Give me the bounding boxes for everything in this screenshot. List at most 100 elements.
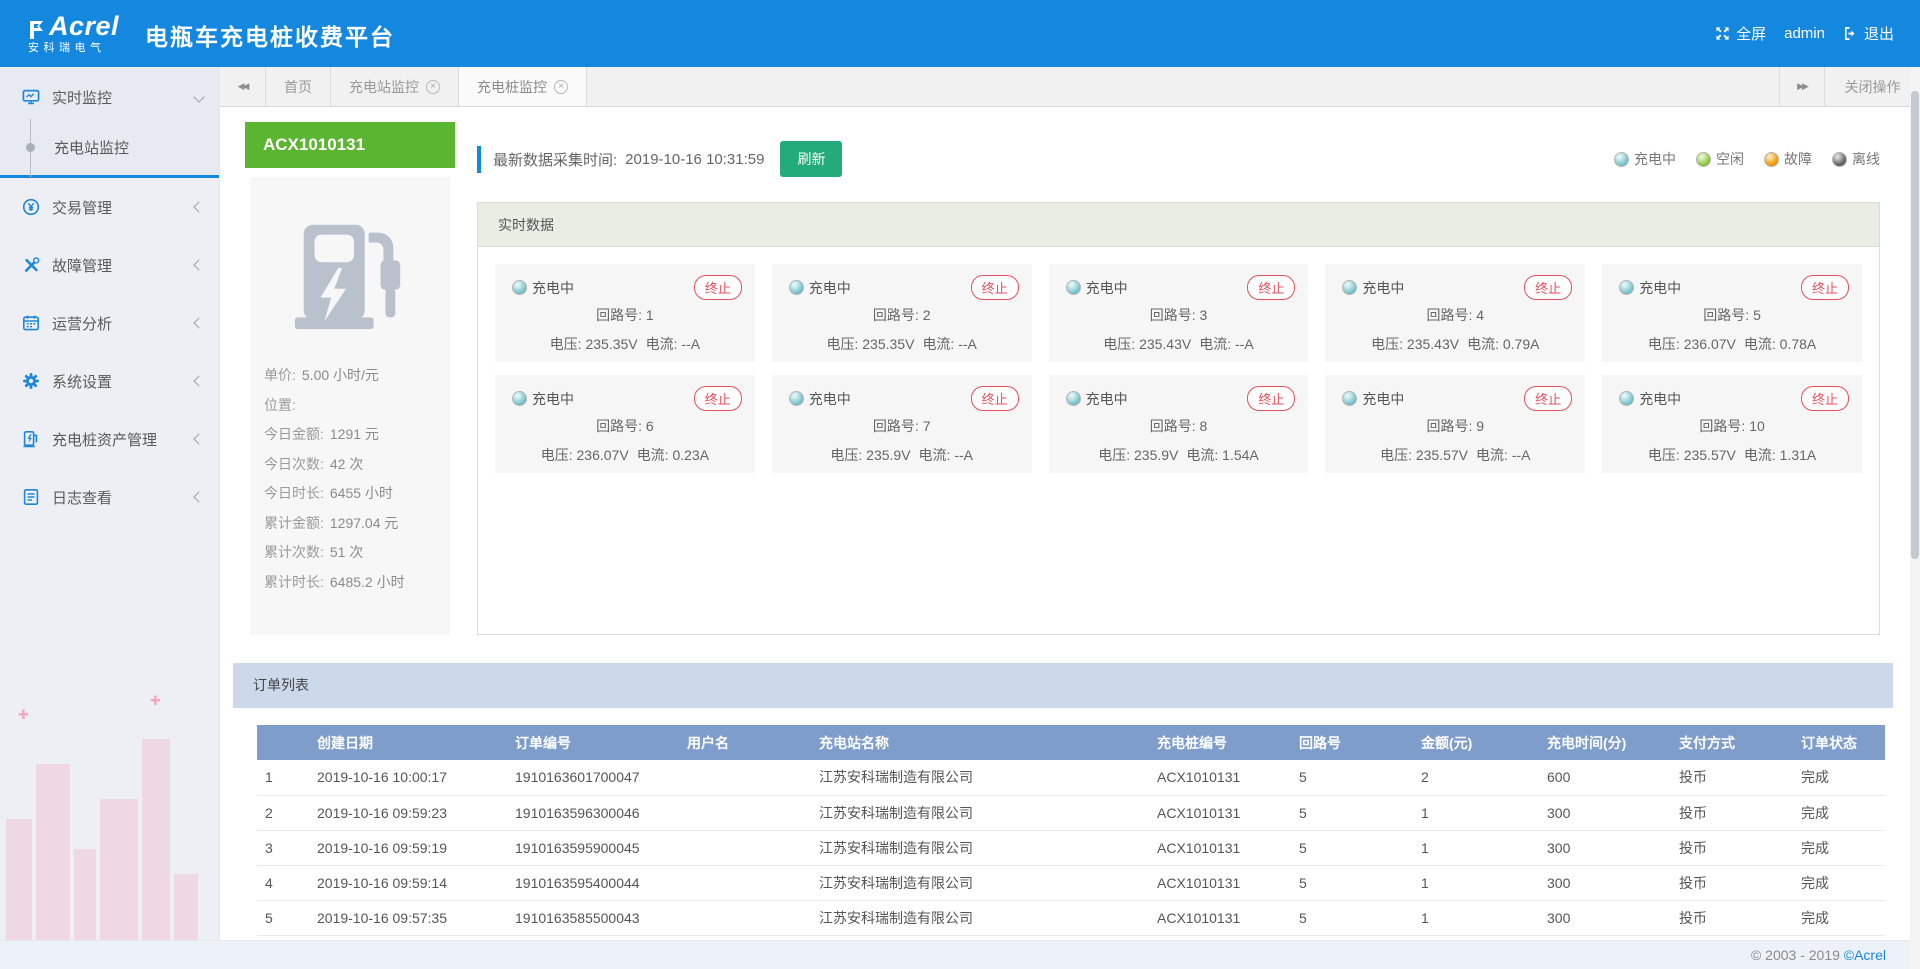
sidebar-subitem-label: 充电站监控 [54,137,129,158]
terminate-button[interactable]: 终止 [1524,386,1572,411]
idle-status-icon [1696,152,1711,167]
circuit-number: 回路号: 3 [1049,305,1309,325]
charging-status-icon [789,280,804,295]
scrollbar-thumb[interactable] [1911,91,1919,559]
voltage-current: 电压: 235.35V电流: --A [495,334,755,354]
col-user: 用户名 [679,725,811,760]
close-operations-menu[interactable]: 关闭操作 [1825,67,1920,106]
sidebar-item-label: 日志查看 [52,487,112,508]
double-right-arrow-icon: ▶▶ [1797,81,1807,92]
submenu-dot-icon [26,143,35,152]
voltage-current: 电压: 236.07V电流: 0.23A [495,445,755,465]
tab-pile-monitor[interactable]: 充电桩监控 × [459,67,587,106]
tabs-scroll-left-button[interactable]: ◀◀ [220,67,266,106]
tab-close-icon[interactable]: × [554,80,568,94]
charging-status-icon [1342,391,1357,406]
circuit-number: 回路号: 4 [1325,305,1585,325]
tab-station-monitor[interactable]: 充电站监控 × [331,67,459,106]
charging-pile-icon [286,211,414,339]
terminate-button[interactable]: 终止 [971,275,1019,300]
footer-brand-link[interactable]: ©Acrel [1844,947,1886,963]
current-user[interactable]: admin [1784,25,1825,42]
refresh-button[interactable]: 刷新 [780,141,842,177]
charging-status-icon [1619,280,1634,295]
sidebar-item-transactions[interactable]: 交易管理 [0,178,219,236]
charging-status-icon [512,391,527,406]
tab-bar: ◀◀ 首页 充电站监控 × 充电桩监控 × ▶▶ 关闭操作 [220,67,1920,107]
settings-gear-icon [22,372,40,390]
terminate-button[interactable]: 终止 [1247,386,1295,411]
station-stats: 单价:5.00 小时/元 位置: 今日金额:1291 元 今日次数:42 次 今… [250,361,450,597]
realtime-panel-title: 实时数据 [478,203,1879,247]
offline-status-icon [1832,152,1847,167]
fault-icon [22,256,40,274]
sidebar-item-label: 充电桩资产管理 [52,429,157,450]
app-footer: © 2003 - 2019 ©Acrel [0,940,1920,969]
app-header: Acrel 安科瑞电气 电瓶车充电桩收费平台 全屏 admin 退出 [0,0,1920,67]
table-row[interactable]: 32019-10-16 09:59:191910163595900045江苏安科… [257,830,1885,865]
table-row[interactable]: 22019-10-16 09:59:231910163596300046江苏安科… [257,795,1885,830]
terminate-button[interactable]: 终止 [694,386,742,411]
logout-button[interactable]: 退出 [1843,23,1894,44]
stat-today-amount: 今日金额:1291 元 [264,420,450,450]
circuit-number: 回路号: 7 [772,416,1032,436]
circuit-number: 回路号: 1 [495,305,755,325]
circuit-number: 回路号: 2 [772,305,1032,325]
circuit-card-grid: 充电中终止 回路号: 1 电压: 235.35V电流: --A 充电中终止 回路… [478,247,1879,490]
sidebar-group-realtime: 实时监控 充电站监控 [0,67,219,178]
circuit-card: 充电中终止 回路号: 3 电压: 235.43V电流: --A [1049,264,1309,362]
pile-asset-icon [22,430,40,448]
refresh-row: 最新数据采集时间: 2019-10-16 10:31:59 刷新 充电中 空闲 … [477,137,1880,181]
tab-label: 充电站监控 [349,77,419,97]
legend-offline: 离线 [1832,149,1880,169]
tab-close-icon[interactable]: × [426,80,440,94]
sidebar-item-logs[interactable]: 日志查看 [0,468,219,526]
stat-today-count: 今日次数:42 次 [264,450,450,480]
circuit-card: 充电中终止 回路号: 8 电压: 235.9V电流: 1.54A [1049,375,1309,473]
terminate-button[interactable]: 终止 [694,275,742,300]
stat-unit-price: 单价:5.00 小时/元 [264,361,450,391]
voltage-current: 电压: 235.35V电流: --A [772,334,1032,354]
terminate-button[interactable]: 终止 [1247,275,1295,300]
voltage-current: 电压: 235.9V电流: --A [772,445,1032,465]
tab-label: 首页 [284,77,312,97]
vertical-scrollbar[interactable] [1910,67,1920,969]
sidebar-item-settings[interactable]: 系统设置 [0,352,219,410]
sidebar-item-label: 实时监控 [52,87,112,108]
fullscreen-button[interactable]: 全屏 [1715,23,1766,44]
fullscreen-icon [1715,26,1730,41]
sidebar-item-analytics[interactable]: 运营分析 [0,294,219,352]
col-station-name: 充电站名称 [811,725,1149,760]
terminate-button[interactable]: 终止 [971,386,1019,411]
table-row[interactable]: 52019-10-16 09:57:351910163585500043江苏安科… [257,900,1885,935]
fullscreen-label: 全屏 [1736,23,1766,44]
circuit-card: 充电中终止 回路号: 2 电压: 235.35V电流: --A [772,264,1032,362]
circuit-number: 回路号: 9 [1325,416,1585,436]
sparkle-icon: ✚ [150,693,161,709]
acrel-logo-icon [28,20,46,40]
table-row[interactable]: 12019-10-16 10:00:171910163601700047江苏安科… [257,760,1885,795]
table-row[interactable]: 42019-10-16 09:59:141910163595400044江苏安科… [257,865,1885,900]
sidebar-item-faults[interactable]: 故障管理 [0,236,219,294]
tabs-scroll-right-button[interactable]: ▶▶ [1779,67,1825,106]
transaction-icon [22,198,40,216]
logout-label: 退出 [1864,23,1894,44]
circuit-card: 充电中终止 回路号: 4 电压: 235.43V电流: 0.79A [1325,264,1585,362]
tab-home[interactable]: 首页 [266,67,331,106]
sidebar-item-station-monitor[interactable]: 充电站监控 [0,121,219,173]
logout-icon [1843,26,1858,41]
terminate-button[interactable]: 终止 [1801,275,1849,300]
realtime-data-panel: 实时数据 充电中终止 回路号: 1 电压: 235.35V电流: --A 充电中… [477,202,1880,635]
orders-table: 创建日期 订单编号 用户名 充电站名称 充电桩编号 回路号 金额(元) 充电时间… [257,725,1885,936]
charging-status-icon [1619,391,1634,406]
terminate-button[interactable]: 终止 [1801,386,1849,411]
chevron-left-icon [193,259,204,270]
sidebar-item-label: 故障管理 [52,255,112,276]
sidebar-item-pile-assets[interactable]: 充电桩资产管理 [0,410,219,468]
chevron-left-icon [193,433,204,444]
chevron-left-icon [193,375,204,386]
sidebar-item-realtime-monitor[interactable]: 实时监控 [0,73,219,121]
terminate-button[interactable]: 终止 [1524,275,1572,300]
circuit-number: 回路号: 10 [1602,416,1862,436]
charging-status-icon [1066,391,1081,406]
